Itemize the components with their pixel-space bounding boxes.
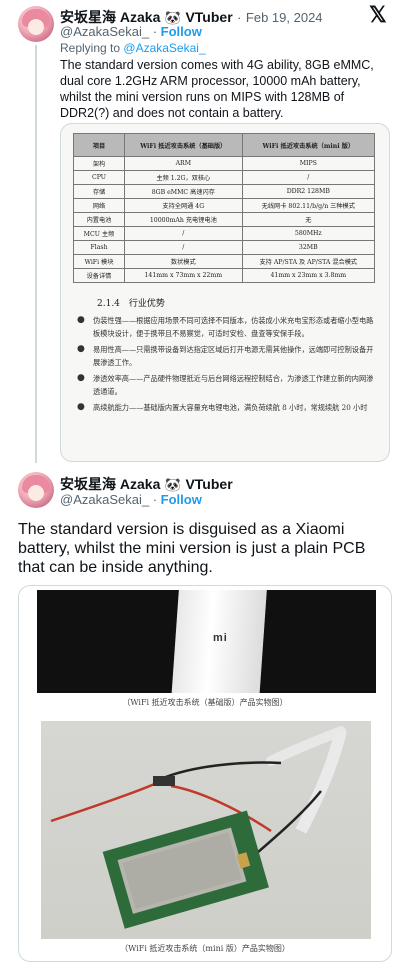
handle-line: @AzakaSekai_ · Follow [60,24,202,39]
spec-header-row: 项目 WiFi 抵近攻击系统（基础版） WiFi 抵近攻击系统（mini 版） [73,133,376,157]
tweet-text: The standard version is disguised as a X… [18,521,366,576]
table-cell: 41mm x 23mm x 3.8mm [241,268,376,283]
bullet-text: 渗透效率高——产品硬件物理抵近与后台网络远程控制结合，为渗透工作建立新的内网渗透… [93,374,374,396]
tweet-text: The standard version comes with 4G abili… [60,58,374,120]
table-cell: MIPS [241,156,376,171]
spec-document-image[interactable]: 项目 WiFi 抵近攻击系统（基础版） WiFi 抵近攻击系统（mini 版） … [60,123,390,462]
vtuber-tag[interactable]: VTuber [185,9,232,25]
bullet-text: 易用性高——只需携带设备到达指定区域后打开电源无需其他操作，远端即可控制设备开展… [93,345,374,367]
photo-caption: （WiFi 抵近攻击系统（mini 版）产品实物图） [120,944,290,953]
list-item: ● 高续航能力——基础版内置大容量充电锂电池，满负荷续航 8 小时，常规续航 2… [77,401,375,414]
table-cell: 内置电池 [73,212,125,227]
pcb-illustration [50,726,347,929]
handle-line: @AzakaSekai_ · Follow [60,492,202,507]
table-row: 存储 8GB eMMC 高速闪存 DDR2 128MB [73,184,376,199]
photo-card[interactable]: mi （WiFi 抵近攻击系统（基础版）产品实物图） （WiFi 抵近攻击系统（… [18,585,392,962]
xiaomi-logo: mi [213,632,228,644]
mini-device-photo [41,721,371,939]
table-cell: / [124,240,243,255]
table-cell: 设备详情 [73,268,125,283]
table-cell: 141mm x 73mm x 22mm [124,268,243,283]
spec-table: 项目 WiFi 抵近攻击系统（基础版） WiFi 抵近攻击系统（mini 版） … [73,133,376,283]
table-cell: 32MB [241,240,376,255]
table-cell: 支持全网通 4G [124,198,243,213]
replying-prefix: Replying to [60,41,121,55]
replying-to: Replying to @AzakaSekai_ [60,41,206,55]
separator: · [152,24,158,39]
table-row: 设备详情 141mm x 73mm x 22mm 41mm x 23mm x 3.8… [73,268,376,283]
follow-button[interactable]: Follow [161,24,202,39]
table-cell: WiFi 模块 [73,254,125,269]
list-item: ● 伪装性强——根据应用场景不同可选择不同版本，仿装成小米充电宝形态或者缩小型电… [77,315,374,338]
table-cell: 网络 [73,198,125,213]
table-cell: 数状模式 [124,254,243,269]
display-name[interactable]: 安坂星海 Azaka [60,9,160,25]
follow-button[interactable]: Follow [161,492,202,507]
table-row: 网络 支持全网通 4G 无线网卡 802.11/b/g/n 三种模式 [73,198,376,213]
table-cell: 主频 1.2G，双核心 [124,170,243,185]
table-row: Flash/32MB [73,240,376,255]
table-cell: MCU 主频 [73,226,125,241]
photo-caption: （WiFi 抵近攻击系统（基础版）产品实物图） [122,698,288,707]
table-cell: / [241,170,376,185]
spec-header-cell: WiFi 抵近攻击系统（mini 版） [241,133,376,157]
table-cell: / [124,226,243,241]
separator: · [152,492,158,507]
table-cell: Flash [73,240,125,255]
thread-line [35,45,37,463]
table-row: MCU 主频/580MHz [73,226,376,241]
list-item: ● 易用性高——只需携带设备到达指定区域后打开电源无需其他操作，远端即可控制设备… [77,344,374,367]
table-cell: 8GB eMMC 高速闪存 [124,184,243,199]
x-logo-icon[interactable]: 𝕏 [369,2,387,28]
bullet-text: 高续航能力——基础版内置大容量充电锂电池，满负荷续航 8 小时，常规续航 20 … [93,403,368,412]
table-row: 内置电池 10000mAh 充电锂电池无 [73,212,376,227]
standard-device-photo: mi [37,590,376,693]
spec-header-cell: 项目 [73,133,125,157]
table-cell: 无 [241,212,376,227]
handle[interactable]: @AzakaSekai_ [60,492,149,507]
panda-emoji: 🐼 [164,477,181,492]
table-cell: 架构 [73,156,125,171]
spec-header-cell: WiFi 抵近攻击系统（基础版） [124,133,243,157]
handle[interactable]: @AzakaSekai_ [60,24,149,39]
table-row: 架构 ARM MIPS [73,156,376,171]
replying-handle[interactable]: @AzakaSekai_ [123,41,205,55]
panda-emoji: 🐼 [164,10,181,25]
avatar[interactable] [18,472,54,508]
table-row: CPU 主频 1.2G，双核心 / [73,170,376,185]
vtuber-tag[interactable]: VTuber [185,476,232,492]
table-cell: 580MHz [241,226,376,241]
table-cell: 10000mAh 充电锂电池 [124,212,243,227]
tweet-header: 安坂星海 Azaka 🐼 VTuber · Feb 19, 2024 [60,7,370,25]
avatar[interactable] [18,6,54,42]
table-cell: DDR2 128MB [241,184,376,199]
tweet-date[interactable]: Feb 19, 2024 [246,10,323,25]
separator: · [237,10,242,25]
table-cell: 支持 AP/STA 及 AP/STA 混合模式 [241,254,376,269]
table-row: WiFi 模块 数状模式 支持 AP/STA 及 AP/STA 混合模式 [73,254,376,269]
display-name[interactable]: 安坂星海 Azaka [60,476,160,492]
table-cell: 存储 [73,184,125,199]
bullet-text: 伪装性强——根据应用场景不同可选择不同版本，仿装成小米充电宝形态或者缩小型电路板… [93,316,374,338]
list-item: ● 渗透效率高——产品硬件物理抵近与后台网络远程控制结合，为渗透工作建立新的内网… [77,373,374,396]
table-cell: 无线网卡 802.11/b/g/n 三种模式 [241,198,376,213]
tweet-header: 安坂星海 Azaka 🐼 VTuber [60,474,360,494]
table-cell: CPU [73,170,125,185]
doc-bullets: ● 伪装性强——根据应用场景不同可选择不同版本，仿装成小米充电宝形态或者缩小型电… [77,314,375,454]
doc-section-heading: 2.1.4 行业优势 [97,299,165,309]
table-cell: ARM [124,156,243,171]
